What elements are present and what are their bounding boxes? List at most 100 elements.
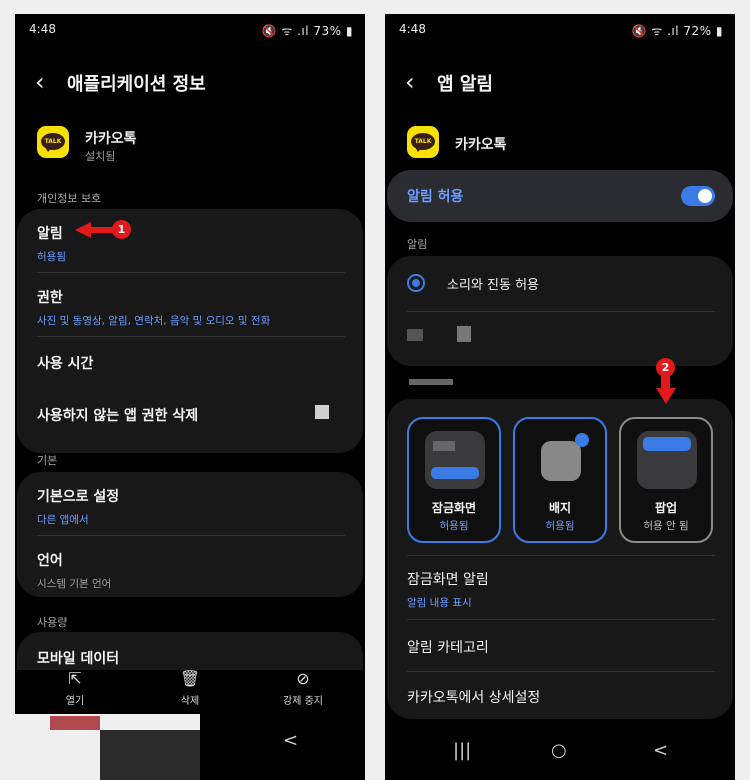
- nav-home-icon[interactable]: ○: [551, 740, 567, 761]
- app-bar: ‹ 애플리케이션 정보: [15, 70, 365, 100]
- nav-back-icon[interactable]: <: [653, 740, 668, 761]
- force-stop-button[interactable]: ⊘ 강제 중지: [263, 669, 343, 708]
- app-name: 카카오톡: [455, 137, 507, 153]
- mobile-data-item[interactable]: 모바일 데이터: [37, 648, 345, 668]
- radio-icon[interactable]: [407, 274, 425, 292]
- status-time: 4:48: [399, 22, 426, 36]
- battery-level: 73%: [313, 24, 342, 38]
- style-badge[interactable]: 배지 허용됨: [513, 417, 607, 543]
- section-defaults: 기본: [37, 454, 58, 467]
- alert-type-card: 소리와 진동 허용: [387, 256, 733, 366]
- obscured-option[interactable]: [407, 329, 423, 341]
- badge-preview-icon: [541, 433, 589, 481]
- status-bar: 4:48 🔇 ᯤ .ıl 72% ▮: [385, 14, 735, 44]
- kakao-detail-settings-item[interactable]: 카카오톡에서 상세설정: [407, 687, 715, 707]
- style-popup-status: 허용 안 됨: [643, 520, 689, 532]
- lockscreen-preview-icon: [425, 431, 485, 489]
- delete-button[interactable]: 🗑 삭제: [150, 669, 230, 708]
- app-header: TALK 카카오톡 설치됨: [37, 124, 365, 164]
- left-nav-area: <: [15, 714, 365, 780]
- step-marker-2: 2: [656, 358, 675, 377]
- divider: [407, 311, 715, 312]
- style-lockscreen-status: 허용됨: [439, 520, 469, 532]
- app-name: 카카오톡: [85, 131, 137, 147]
- permissions-label: 권한: [37, 290, 63, 306]
- force-stop-label: 강제 중지: [283, 696, 323, 707]
- kakao-talk-icon: TALK: [407, 126, 439, 158]
- status-icons: 🔇 ᯤ .ıl 73% ▮: [261, 24, 353, 38]
- lockscreen-notifications-sub: 알림 내용 표시: [407, 597, 472, 609]
- app-bar: ‹ 앱 알림: [385, 70, 735, 100]
- defaults-card: 기본으로 설정 다른 앱에서 언어 시스템 기본 언어: [17, 472, 363, 597]
- app-notifications-screen: 4:48 🔇 ᯤ .ıl 72% ▮ ‹ 앱 알림 TALK 카카오톡 알림 허…: [385, 14, 735, 780]
- nav-back-icon[interactable]: <: [283, 730, 298, 751]
- section-alert: 알림: [407, 238, 428, 251]
- status-time: 4:48: [29, 22, 56, 36]
- obscured-section-label: [409, 379, 453, 385]
- app-info-screen: 4:48 🔇 ᯤ .ıl 73% ▮ ‹ 애플리케이션 정보 TALK 카카오톡…: [15, 14, 365, 714]
- arrow-down-icon: [656, 388, 676, 404]
- usage-time-item[interactable]: 사용 시간: [37, 353, 345, 373]
- kakao-talk-icon: TALK: [37, 126, 69, 158]
- thumb-block: [50, 716, 100, 730]
- open-label: 열기: [65, 696, 85, 707]
- page-title: 애플리케이션 정보: [67, 74, 206, 95]
- style-badge-label: 배지: [548, 501, 572, 515]
- usage-time-label: 사용 시간: [37, 356, 94, 372]
- battery-level: 72%: [683, 24, 712, 38]
- set-default-item[interactable]: 기본으로 설정 다른 앱에서: [37, 486, 345, 527]
- language-item[interactable]: 언어 시스템 기본 언어: [37, 550, 345, 591]
- divider: [407, 671, 715, 672]
- remove-permissions-label: 사용하지 않는 앱 권한 삭제: [37, 408, 199, 424]
- app-install-status: 설치됨: [85, 150, 116, 163]
- permissions-summary: 사진 및 동영상, 알림, 연락처, 음악 및 오디오 및 전화: [37, 315, 271, 327]
- status-icons: 🔇 ᯤ .ıl 72% ▮: [631, 24, 723, 38]
- nav-bar: ||| ○ <: [385, 728, 735, 780]
- toggle-icon[interactable]: [681, 186, 715, 206]
- toggle-icon[interactable]: [315, 405, 329, 419]
- language-sub: 시스템 기본 언어: [37, 578, 112, 590]
- divider: [37, 272, 345, 273]
- divider: [407, 555, 715, 556]
- page-title: 앱 알림: [437, 74, 493, 95]
- notification-category-item[interactable]: 알림 카테고리: [407, 637, 715, 657]
- notification-style-card: 잠금화면 허용됨 배지 허용됨 팝업 허용 안 됨 잠금화면 알림 알림 내용 …: [387, 399, 733, 719]
- popup-preview-icon: [637, 431, 697, 489]
- style-lockscreen[interactable]: 잠금화면 허용됨: [407, 417, 501, 543]
- permissions-item[interactable]: 권한 사진 및 동영상, 알림, 연락처, 음악 및 오디오 및 전화: [37, 287, 345, 328]
- divider: [37, 535, 345, 536]
- nav-recent-icon[interactable]: |||: [453, 740, 471, 761]
- style-lockscreen-label: 잠금화면: [431, 501, 477, 515]
- obscured-option: [457, 326, 471, 342]
- section-privacy: 개인정보 보호: [37, 192, 102, 205]
- remove-permissions-item[interactable]: 사용하지 않는 앱 권한 삭제: [37, 405, 345, 425]
- thumb-block: [100, 730, 200, 780]
- open-button[interactable]: ⇱ 열기: [35, 669, 115, 708]
- trash-icon: 🗑: [179, 669, 201, 688]
- allow-notifications-label: 알림 허용: [407, 189, 464, 205]
- language-label: 언어: [37, 553, 63, 569]
- stop-icon: ⊘: [296, 669, 310, 688]
- kakao-detail-settings-label: 카카오톡에서 상세설정: [407, 690, 541, 706]
- privacy-card: 알림 허용됨 권한 사진 및 동영상, 알림, 연락처, 음악 및 오디오 및 …: [17, 209, 363, 453]
- set-default-sub: 다른 앱에서: [37, 514, 89, 526]
- status-bar: 4:48 🔇 ᯤ .ıl 73% ▮: [15, 14, 365, 44]
- lockscreen-notifications-item[interactable]: 잠금화면 알림 알림 내용 표시: [407, 569, 715, 610]
- back-icon[interactable]: ‹: [405, 70, 415, 94]
- divider: [407, 619, 715, 620]
- arrow-shaft: [89, 227, 115, 233]
- delete-label: 삭제: [180, 696, 200, 707]
- divider: [37, 336, 345, 337]
- app-header: TALK 카카오톡: [407, 124, 735, 164]
- mobile-data-label: 모바일 데이터: [37, 651, 120, 667]
- style-badge-status: 허용됨: [545, 520, 575, 532]
- allow-notifications-row[interactable]: 알림 허용: [387, 170, 733, 222]
- notification-category-label: 알림 카테고리: [407, 640, 489, 656]
- section-usage: 사용량: [37, 616, 68, 629]
- back-icon[interactable]: ‹: [35, 70, 45, 94]
- style-popup[interactable]: 팝업 허용 안 됨: [619, 417, 713, 543]
- lockscreen-notifications-label: 잠금화면 알림: [407, 572, 489, 588]
- sound-vibrate-option[interactable]: 소리와 진동 허용: [447, 274, 539, 293]
- open-icon: ⇱: [68, 669, 82, 688]
- set-default-label: 기본으로 설정: [37, 489, 120, 505]
